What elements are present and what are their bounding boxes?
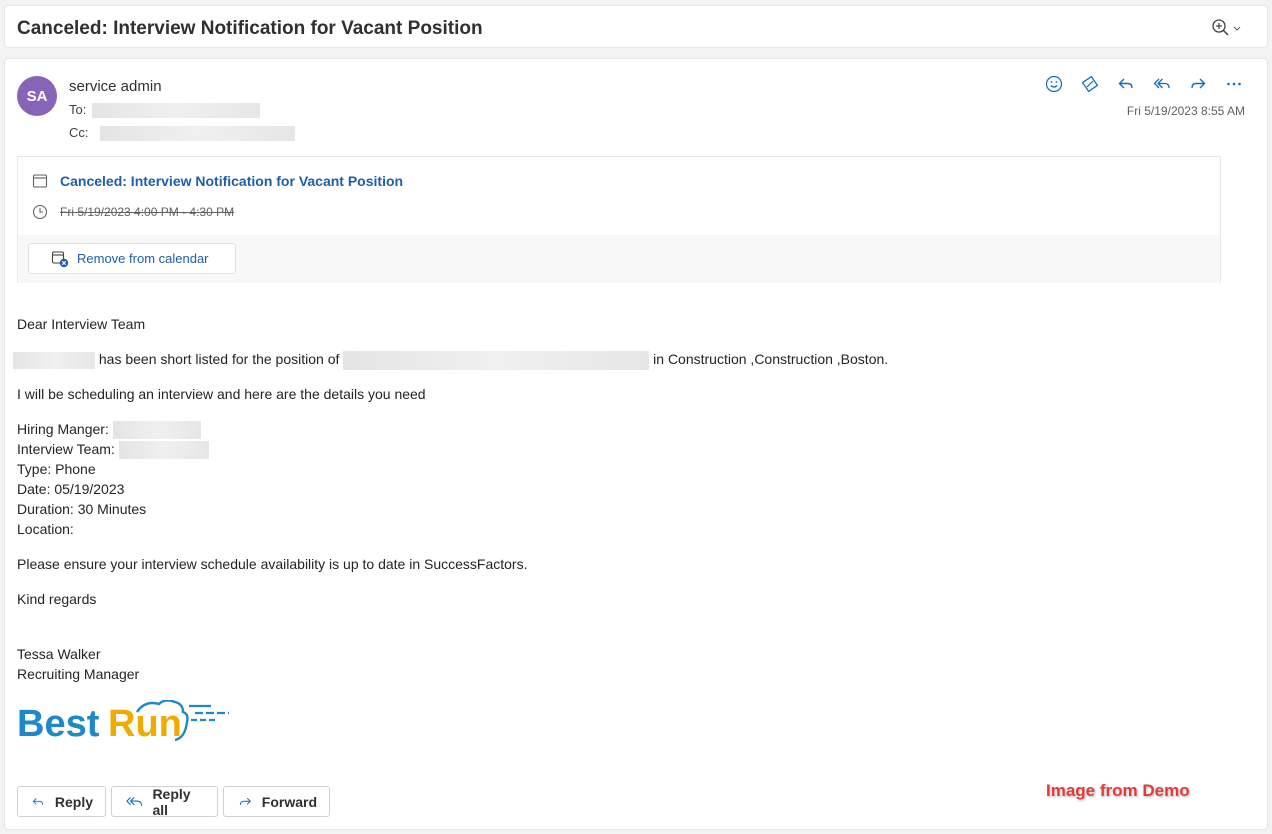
redacted-position bbox=[343, 350, 650, 370]
forward-button-label: Forward bbox=[261, 793, 317, 810]
redacted-recipient bbox=[91, 103, 260, 119]
zoom-in-icon bbox=[1212, 19, 1241, 36]
to-label: To: bbox=[69, 102, 87, 117]
reply-all-button-label: Reply all bbox=[152, 785, 191, 818]
cc-label: Cc: bbox=[69, 125, 89, 140]
meeting-title[interactable]: Canceled: Interview Notification for Vac… bbox=[60, 173, 403, 189]
categorize-button[interactable] bbox=[1079, 73, 1101, 95]
duration-line: Duration: 30 Minutes bbox=[17, 501, 147, 517]
sent-date: Fri 5/19/2023 8:55 AM bbox=[1126, 104, 1245, 118]
signer-name: Tessa Walker bbox=[17, 646, 101, 662]
reply-button-label: Reply bbox=[54, 793, 93, 810]
reply-button-row: Reply Reply all Forward bbox=[17, 785, 330, 818]
forward-icon bbox=[1191, 78, 1206, 89]
to-row: To: bbox=[69, 102, 260, 119]
scheduling-line: I will be scheduling an interview and he… bbox=[17, 386, 426, 402]
redacted-cc bbox=[100, 126, 296, 142]
calendar-remove-icon bbox=[51, 250, 69, 267]
location-line: Location: bbox=[17, 521, 74, 537]
redacted-hiring-manager bbox=[112, 421, 201, 440]
reply-all-icon bbox=[1153, 78, 1170, 89]
clock-icon bbox=[32, 204, 48, 225]
reply-action[interactable] bbox=[1115, 73, 1137, 95]
regards-line: Kind regards bbox=[17, 591, 97, 607]
date-line: Date: 05/19/2023 bbox=[17, 481, 125, 497]
zoom-button[interactable] bbox=[1209, 17, 1245, 39]
email-subject: Canceled: Interview Notification for Vac… bbox=[17, 18, 483, 39]
demo-watermark: Image from Demo bbox=[1046, 781, 1190, 800]
message-card: SA service admin To: Cc: Fri 5/19/2023 8… bbox=[4, 58, 1268, 830]
ensure-line: Please ensure your interview schedule av… bbox=[17, 556, 528, 572]
cc-row: Cc: bbox=[69, 125, 296, 142]
more-actions-button[interactable] bbox=[1223, 73, 1245, 95]
forward-action[interactable] bbox=[1187, 73, 1209, 95]
logo-text-run: Run bbox=[108, 703, 182, 745]
smiley-icon bbox=[1045, 75, 1063, 93]
interview-team-line: Interview Team: bbox=[17, 439, 209, 460]
sender-name[interactable]: service admin bbox=[69, 78, 162, 95]
tag-icon bbox=[1081, 75, 1099, 93]
avatar: SA bbox=[17, 76, 57, 116]
subject-bar: Canceled: Interview Notification for Vac… bbox=[4, 5, 1268, 48]
redacted-candidate bbox=[13, 351, 95, 369]
reply-all-action[interactable] bbox=[1151, 73, 1173, 95]
remove-from-calendar-label: Remove from calendar bbox=[77, 251, 209, 266]
forward-button[interactable]: Forward bbox=[223, 786, 330, 817]
reply-button[interactable]: Reply bbox=[17, 786, 106, 817]
shortlist-text: has been short listed for the position o… bbox=[98, 351, 340, 367]
react-button[interactable] bbox=[1043, 73, 1065, 95]
signer-title: Recruiting Manager bbox=[17, 666, 140, 682]
meeting-time: Fri 5/19/2023 4:00 PM - 4:30 PM bbox=[60, 205, 235, 219]
shortlist-line: has been short listed for the position o… bbox=[13, 349, 888, 370]
interview-team-label: Interview Team: bbox=[17, 441, 115, 457]
reply-icon bbox=[1118, 78, 1133, 89]
logo-text-best: Best bbox=[17, 703, 100, 745]
reply-all-icon bbox=[126, 796, 143, 806]
bestrun-logo: Best Run bbox=[17, 699, 233, 751]
meeting-card: Canceled: Interview Notification for Vac… bbox=[17, 156, 1221, 283]
reply-icon bbox=[32, 797, 44, 805]
message-actions bbox=[1043, 73, 1245, 95]
remove-from-calendar-button[interactable]: Remove from calendar bbox=[28, 243, 236, 274]
reply-all-button[interactable]: Reply all bbox=[111, 785, 218, 818]
redacted-interview-team bbox=[118, 441, 209, 460]
forward-icon bbox=[239, 797, 251, 805]
more-icon bbox=[1227, 82, 1241, 86]
calendar-icon bbox=[32, 173, 48, 194]
type-line: Type: Phone bbox=[17, 461, 96, 477]
hiring-manager-line: Hiring Manger: bbox=[17, 419, 201, 440]
greeting: Dear Interview Team bbox=[17, 316, 146, 332]
hiring-manager-label: Hiring Manger: bbox=[17, 421, 109, 437]
shortlist-location: in Construction ,Construction ,Boston. bbox=[653, 351, 889, 367]
